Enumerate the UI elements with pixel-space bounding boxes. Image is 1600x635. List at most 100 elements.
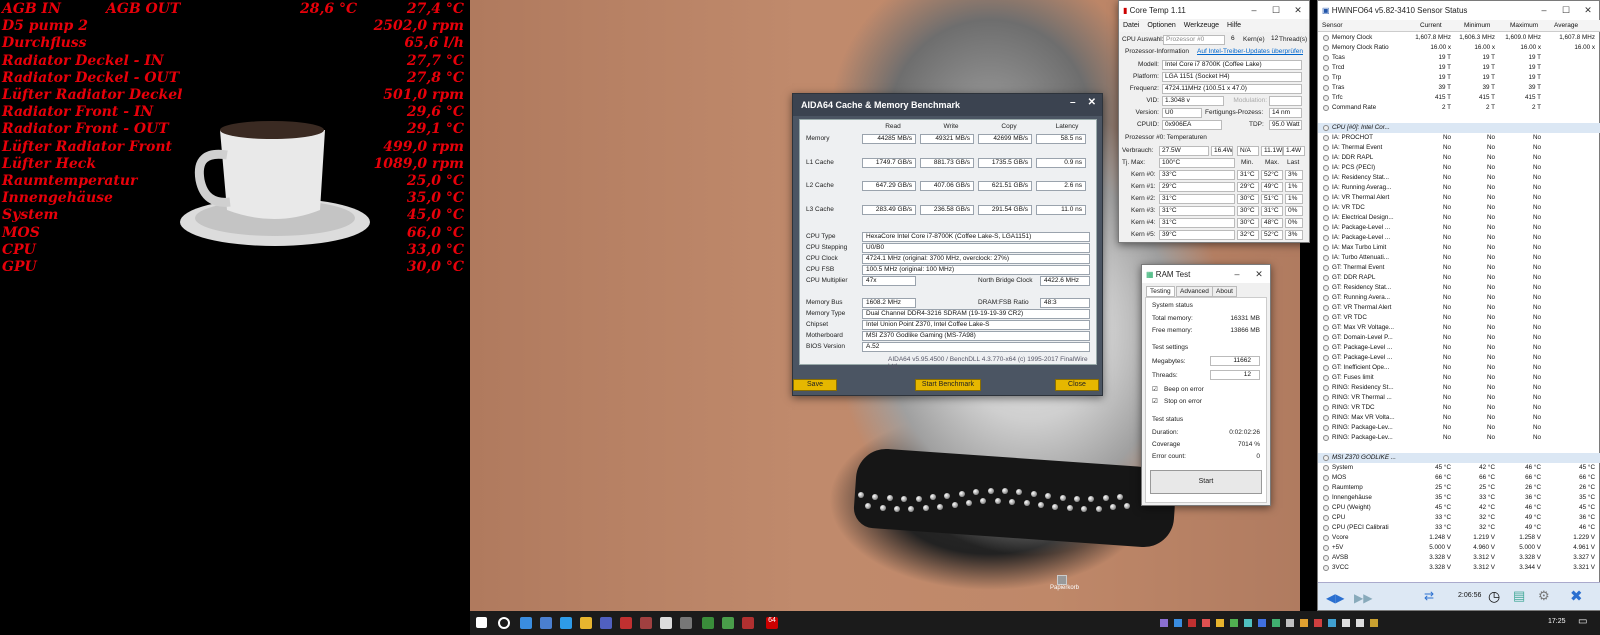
sensor-row[interactable]: GT: Max VR Voltage... No No No (1318, 323, 1600, 333)
sensor-row[interactable]: GT: VR Thermal Alert No No No (1318, 303, 1600, 313)
sensor-row[interactable]: Raumtemp 25 °C 25 °C 26 °C 26 °C (1318, 483, 1600, 493)
sensor-row[interactable]: GT: Package-Level ... No No No (1318, 343, 1600, 353)
stop-checkbox[interactable]: ☑ (1152, 397, 1158, 405)
tab-about[interactable]: About (1212, 286, 1237, 297)
recycle-bin-icon[interactable]: Papierkorb (1050, 575, 1079, 595)
tray-icon[interactable] (1188, 619, 1196, 627)
coretemp-titlebar[interactable]: ▮ Core Temp 1.11 – ☐ ✕ (1119, 1, 1309, 19)
driver-update-link[interactable]: Auf Intel-Treiber-Updates überprüfen (1197, 48, 1303, 55)
close-icon[interactable]: ✕ (1088, 97, 1096, 108)
sensor-row[interactable]: GT: VR TDC No No No (1318, 313, 1600, 323)
sensor-row[interactable]: IA: Max Turbo Limit No No No (1318, 243, 1600, 253)
sensor-row[interactable]: Innengehäuse 35 °C 33 °C 36 °C 35 °C (1318, 493, 1600, 503)
sensor-row[interactable]: GT: Domain-Level P... No No No (1318, 333, 1600, 343)
app-icon-2[interactable] (560, 617, 572, 629)
sensor-row[interactable]: IA: VR TDC No No No (1318, 203, 1600, 213)
tray-icon[interactable] (1286, 619, 1294, 627)
tray-icon[interactable] (1216, 619, 1224, 627)
sensor-row[interactable]: AVSB 3.328 V 3.312 V 3.328 V 3.327 V (1318, 553, 1600, 563)
sensor-row[interactable]: +5V 5.000 V 4.960 V 5.000 V 4.961 V (1318, 543, 1600, 553)
maximize-icon[interactable]: ☐ (1265, 5, 1287, 16)
menu-item[interactable]: Optionen (1147, 22, 1175, 29)
app-icon-7[interactable] (680, 617, 692, 629)
folder-icon[interactable] (580, 617, 592, 629)
sensor-row[interactable]: RING: Max VR Volta... No No No (1318, 413, 1600, 423)
ramtest-titlebar[interactable]: ▦ RAM Test – ✕ (1142, 265, 1270, 283)
tray-icon[interactable] (1300, 619, 1308, 627)
sensor-row[interactable] (1318, 443, 1600, 453)
sensor-row[interactable]: Trp 19 T 19 T 19 T (1318, 73, 1600, 83)
app-icon-1[interactable] (540, 617, 552, 629)
menu-item[interactable]: Werkzeuge (1184, 22, 1219, 29)
close-icon[interactable]: ✕ (1577, 5, 1599, 16)
sensor-row[interactable]: IA: Thermal Event No No No (1318, 143, 1600, 153)
sensor-row[interactable]: RING: VR Thermal ... No No No (1318, 393, 1600, 403)
settings-icon[interactable]: ⚙ (1538, 588, 1550, 604)
close-icon[interactable]: ✕ (1287, 5, 1309, 16)
sensor-row[interactable]: RING: VR TDC No No No (1318, 403, 1600, 413)
sensor-row[interactable]: RING: Package-Lev... No No No (1318, 433, 1600, 443)
sensor-row[interactable]: MOS 66 °C 66 °C 66 °C 66 °C (1318, 473, 1600, 483)
tray-icon[interactable] (1272, 619, 1280, 627)
sensor-row[interactable]: IA: Package-Level ... No No No (1318, 223, 1600, 233)
aida-task-icon[interactable] (742, 617, 754, 629)
sensor-row[interactable]: IA: Running Averag... No No No (1318, 183, 1600, 193)
minimize-icon[interactable]: – (1070, 97, 1076, 108)
sensor-row[interactable]: Trcd 19 T 19 T 19 T (1318, 63, 1600, 73)
tray-icon[interactable] (1230, 619, 1238, 627)
save-button[interactable]: Save (793, 379, 837, 391)
menu-item[interactable]: Hilfe (1227, 22, 1241, 29)
sensor-row[interactable]: 3VCC 3.328 V 3.312 V 3.344 V 3.321 V (1318, 563, 1600, 573)
sensor-row[interactable]: IA: Turbo Attenuati... No No No (1318, 253, 1600, 263)
aida64-titlebar[interactable]: AIDA64 Cache & Memory Benchmark – ✕ (793, 94, 1102, 116)
edge-icon[interactable] (520, 617, 532, 629)
sensor-row[interactable]: GT: Running Avera... No No No (1318, 293, 1600, 303)
sensor-row[interactable]: GT: Residency Stat... No No No (1318, 283, 1600, 293)
minimize-icon[interactable]: – (1533, 5, 1555, 16)
sensor-row[interactable]: GT: Fuses limit No No No (1318, 373, 1600, 383)
search-icon[interactable] (498, 617, 510, 629)
sensor-row[interactable]: GT: DDR RAPL No No No (1318, 273, 1600, 283)
tab-advanced[interactable]: Advanced (1176, 286, 1213, 297)
tray-icon[interactable] (1202, 619, 1210, 627)
sensor-row[interactable]: GT: Inefficient Ope... No No No (1318, 363, 1600, 373)
app-icon-5[interactable] (640, 617, 652, 629)
threads-input[interactable]: 12 (1210, 370, 1260, 380)
tray-icon[interactable] (1314, 619, 1322, 627)
tray-icon[interactable] (1258, 619, 1266, 627)
hwinfo-sensor-list[interactable]: Memory Clock 1,607.8 MHz 1,606.3 MHz 1,609.… (1318, 33, 1600, 583)
column-header[interactable]: Sensor (1322, 22, 1343, 29)
hwinfo-titlebar[interactable]: ▣ HWiNFO64 v5.82-3410 Sensor Status – ☐ ✕ (1318, 1, 1599, 19)
sensor-row[interactable]: CPU 33 °C 32 °C 49 °C 36 °C (1318, 513, 1600, 523)
tray-icon[interactable] (1160, 619, 1168, 627)
sensor-row[interactable]: RING: Residency St... No No No (1318, 383, 1600, 393)
tray-icon[interactable] (1356, 619, 1364, 627)
tab-testing[interactable]: Testing (1146, 286, 1175, 297)
sensor-row[interactable]: IA: Residency Stat... No No No (1318, 173, 1600, 183)
close-icon[interactable]: ✕ (1248, 269, 1270, 280)
sensor-row[interactable]: IA: PCS (PECI) No No No (1318, 163, 1600, 173)
forward-arrows-icon[interactable]: ▶▶ (1354, 591, 1372, 605)
tray-icon[interactable] (1370, 619, 1378, 627)
sensor-row[interactable]: Memory Clock Ratio 16.00 x 16.00 x 16.00 x 1… (1318, 43, 1600, 53)
sensor-row[interactable]: CPU (PECI Calibrati 33 °C 32 °C 49 °C 46 °C (1318, 523, 1600, 533)
sensor-row[interactable]: GT: Package-Level ... No No No (1318, 353, 1600, 363)
network-icon[interactable]: ⇄ (1424, 589, 1434, 603)
megabytes-input[interactable]: 11662 (1210, 356, 1260, 366)
tray-icon[interactable] (1174, 619, 1182, 627)
start-button[interactable]: Start (1150, 470, 1262, 494)
sensor-row[interactable]: CPU [#0]: Intel Cor... (1318, 123, 1600, 133)
app-icon-3[interactable] (600, 617, 612, 629)
sensor-row[interactable]: CPU (Weight) 45 °C 42 °C 46 °C 45 °C (1318, 503, 1600, 513)
back-arrows-icon[interactable]: ◀▶ (1326, 591, 1344, 605)
report-icon[interactable]: ▤ (1513, 588, 1525, 604)
sensor-row[interactable]: Memory Clock 1,607.8 MHz 1,606.3 MHz 1,609.… (1318, 33, 1600, 43)
notifications-icon[interactable]: ▭ (1578, 616, 1587, 627)
column-header[interactable]: Average (1554, 22, 1578, 29)
clock-icon[interactable]: ◷ (1488, 588, 1500, 605)
tray-icon[interactable] (1244, 619, 1252, 627)
clock[interactable]: 17:25 (1548, 618, 1566, 625)
ramtest-task-icon[interactable] (702, 617, 714, 629)
beep-checkbox[interactable]: ☑ (1152, 385, 1158, 393)
sensor-row[interactable]: Command Rate 2 T 2 T 2 T (1318, 103, 1600, 113)
